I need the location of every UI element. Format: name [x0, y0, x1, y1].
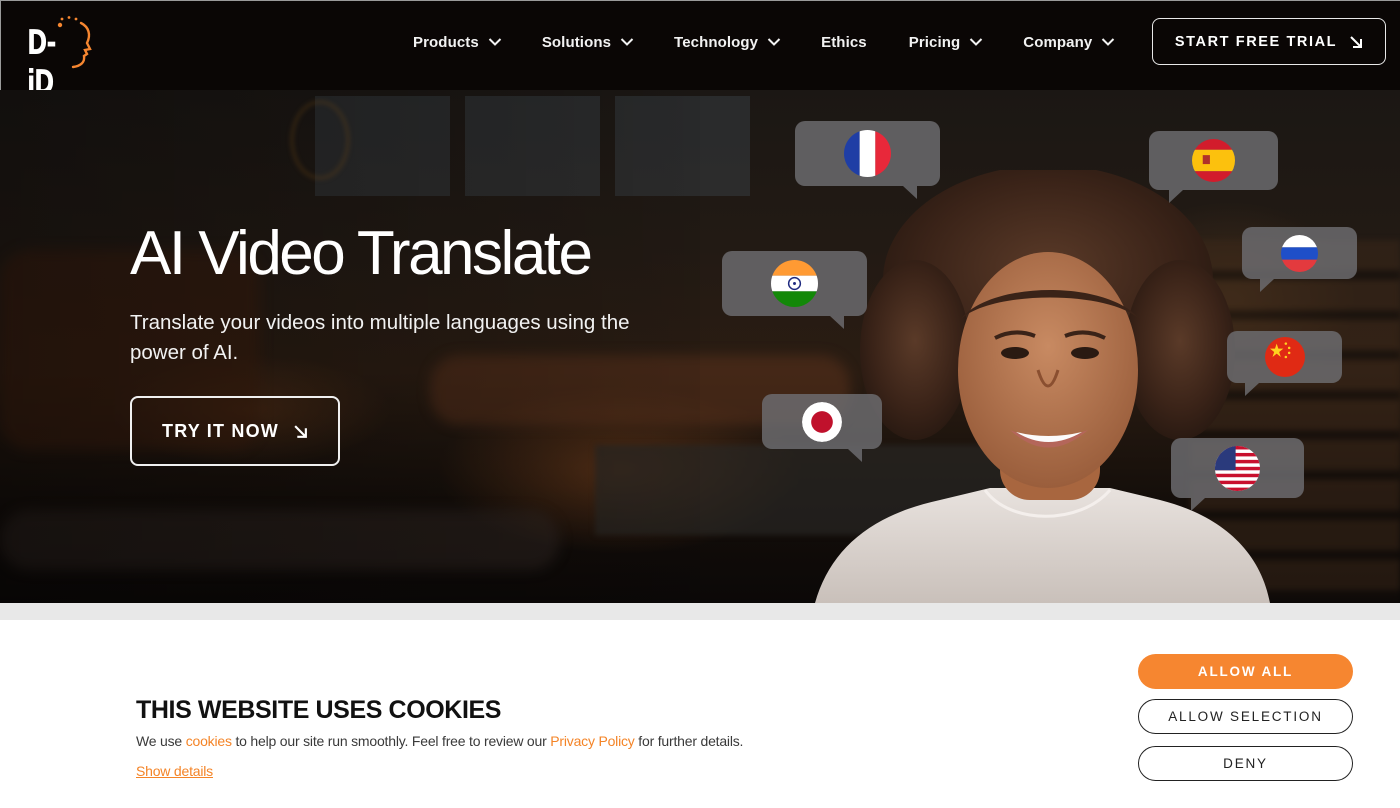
nav-company[interactable]: Company: [1023, 34, 1115, 51]
language-bubble-english[interactable]: [1171, 438, 1304, 511]
chevron-down-icon: [1102, 38, 1115, 46]
try-it-now-button[interactable]: TRY IT NOW: [130, 396, 340, 466]
india-flag-icon: [771, 260, 818, 307]
usa-flag-icon: [1215, 445, 1260, 491]
russia-flag-icon: [1281, 234, 1318, 272]
hero-section: AI Video Translate Translate your videos…: [0, 90, 1400, 603]
logo-face-profile-icon: [57, 16, 92, 69]
language-bubble-chinese[interactable]: [1227, 331, 1342, 396]
language-bubble-spanish[interactable]: [1149, 131, 1278, 203]
chevron-down-icon: [767, 38, 781, 46]
bubble-tail: [1169, 190, 1183, 203]
nav-company-label: Company: [1023, 33, 1093, 51]
start-free-trial-label: START FREE TRIAL: [1174, 33, 1338, 50]
language-bubble-hindi[interactable]: [722, 251, 867, 329]
start-free-trial-button[interactable]: START FREE TRIAL: [1152, 18, 1386, 65]
cookie-banner-text: We use cookies to help our site run smoo…: [136, 733, 743, 749]
bubble-tail: [903, 186, 917, 199]
top-navigation: D-iD Products Solutions Technology Ethic…: [0, 0, 1400, 103]
cookie-consent-banner: THIS WEBSITE USES COOKIES We use cookies…: [0, 620, 1400, 808]
nav-pricing-label: Pricing: [908, 33, 961, 51]
deny-button[interactable]: DENY: [1138, 746, 1353, 781]
nav-technology-label: Technology: [674, 33, 759, 51]
nav-ethics-label: Ethics: [821, 33, 867, 51]
japan-flag-icon: [802, 401, 842, 442]
allow-selection-button[interactable]: ALLOW SELECTION: [1138, 699, 1353, 734]
bubble-tail: [1260, 279, 1274, 292]
nav-products[interactable]: Products: [413, 34, 502, 51]
language-bubble-french[interactable]: [795, 121, 940, 199]
nav-pricing[interactable]: Pricing: [909, 34, 984, 51]
arrow-down-right-icon: [294, 424, 307, 438]
hero-subtitle: Translate your videos into multiple lang…: [130, 311, 630, 364]
china-flag-icon: [1264, 337, 1305, 377]
nav-ethics[interactable]: Ethics: [821, 34, 867, 51]
privacy-policy-link[interactable]: Privacy Policy: [550, 733, 635, 749]
language-bubble-japanese[interactable]: [762, 394, 882, 462]
cookies-link[interactable]: cookies: [186, 733, 232, 749]
arrow-down-right-icon: [1350, 35, 1363, 48]
nav-solutions-label: Solutions: [541, 33, 612, 51]
try-it-now-label: TRY IT NOW: [162, 420, 279, 441]
show-details-link[interactable]: Show details: [136, 763, 213, 779]
bubble-tail: [848, 449, 862, 462]
presenter-avatar-image: [815, 170, 1270, 603]
cookie-banner-title: THIS WEBSITE USES COOKIES: [136, 696, 502, 724]
cookie-text-after: for further details.: [634, 733, 744, 749]
bubble-tail: [1191, 498, 1205, 511]
nav-technology[interactable]: Technology: [674, 34, 781, 51]
chevron-down-icon: [620, 38, 634, 46]
spain-flag-icon: [1192, 139, 1235, 182]
bubble-tail: [1245, 383, 1259, 396]
language-bubble-russian[interactable]: [1242, 227, 1357, 292]
cookie-text-before: We use: [136, 733, 186, 749]
allow-all-button[interactable]: ALLOW ALL: [1138, 654, 1353, 689]
france-flag-icon: [844, 130, 891, 177]
nav-solutions[interactable]: Solutions: [542, 34, 634, 51]
nav-products-label: Products: [413, 33, 479, 51]
chevron-down-icon: [970, 38, 983, 46]
chevron-down-icon: [488, 38, 502, 46]
cookie-text-middle: to help our site run smoothly. Feel free…: [231, 733, 551, 749]
d-id-logo[interactable]: D-iD: [27, 15, 97, 103]
hero-title: AI Video Translate: [130, 219, 593, 288]
banner-divider: [0, 603, 1400, 620]
main-menu: Products Solutions Technology Ethics Pri…: [413, 31, 1155, 53]
bubble-tail: [830, 316, 844, 329]
